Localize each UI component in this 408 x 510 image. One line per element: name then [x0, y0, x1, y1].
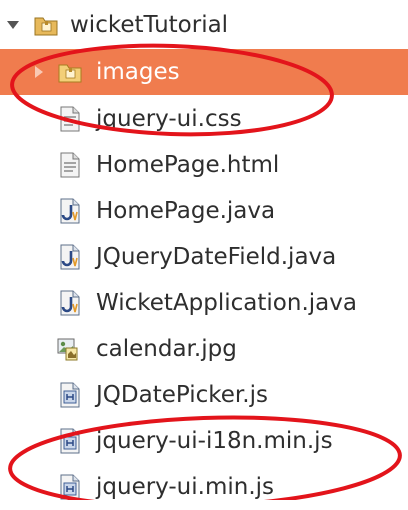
expanded-arrow-icon[interactable] [6, 18, 20, 32]
java-file-icon [58, 290, 82, 316]
tree-label: jquery-ui.css [96, 106, 242, 132]
tree-row-jquery-ui-css[interactable]: jquery-ui.css [0, 96, 408, 142]
project-explorer-tree: wicketTutorial images jquery-ui.css Home… [0, 0, 408, 500]
text-file-icon [58, 106, 82, 132]
js-file-icon [58, 428, 82, 454]
tree-row-wicketTutorial[interactable]: wicketTutorial [0, 2, 408, 48]
tree-row-jquery-ui-i18n-min-js[interactable]: jquery-ui-i18n.min.js [0, 418, 408, 464]
java-file-icon [58, 198, 82, 224]
tree-label: wicketTutorial [70, 12, 229, 38]
tree-row-jqdatepicker-js[interactable]: JQDatePicker.js [0, 372, 408, 418]
java-file-icon [58, 244, 82, 270]
tree-label: jquery-ui-i18n.min.js [96, 428, 333, 454]
image-file-icon [56, 336, 80, 362]
js-file-icon [58, 474, 82, 500]
tree-row-homepage-html[interactable]: HomePage.html [0, 142, 408, 188]
tree-row-wicketapplication-java[interactable]: WicketApplication.java [0, 280, 408, 326]
tree-label: HomePage.java [96, 198, 276, 224]
package-folder-icon [58, 59, 82, 85]
collapsed-arrow-icon[interactable] [32, 65, 46, 79]
tree-label: JQDatePicker.js [96, 382, 268, 408]
tree-label: calendar.jpg [96, 336, 237, 362]
tree-row-jquery-ui-min-js[interactable]: jquery-ui.min.js [0, 464, 408, 510]
tree-label: JQueryDateField.java [96, 244, 337, 270]
text-file-icon [58, 152, 82, 178]
js-file-icon [58, 382, 82, 408]
tree-row-homepage-java[interactable]: HomePage.java [0, 188, 408, 234]
tree-label: jquery-ui.min.js [96, 474, 275, 500]
tree-row-images[interactable]: images [0, 49, 408, 95]
tree-label: HomePage.html [96, 152, 280, 178]
package-folder-icon [34, 12, 58, 38]
tree-label: images [96, 59, 180, 85]
tree-row-calendar-jpg[interactable]: calendar.jpg [0, 326, 408, 372]
tree-label: WicketApplication.java [96, 290, 357, 316]
tree-row-jquerydatefield-java[interactable]: JQueryDateField.java [0, 234, 408, 280]
